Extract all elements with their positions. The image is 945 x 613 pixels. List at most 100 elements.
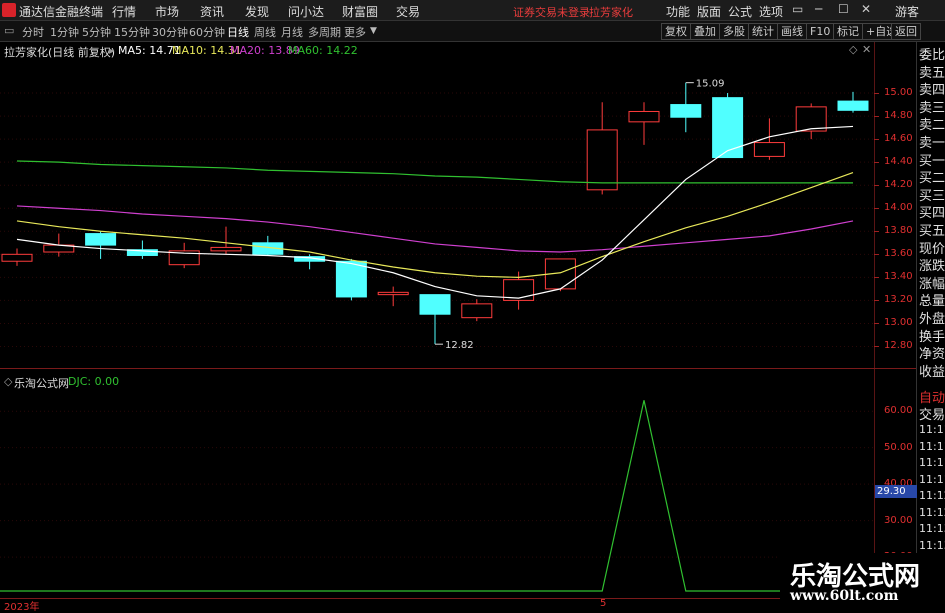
djc-line <box>0 400 874 592</box>
close-icon[interactable]: ✕ <box>861 2 871 16</box>
price-axis-tick-mark <box>874 277 879 279</box>
candle-body-down <box>670 104 702 118</box>
candle-body-up <box>1 253 33 262</box>
price-axis-tick-mark <box>874 139 879 141</box>
candle <box>419 294 451 345</box>
candle <box>628 102 660 145</box>
price-axis-tick: 14.40 <box>884 156 913 168</box>
quote-field-label: 收益 <box>919 364 945 380</box>
menu-options[interactable]: 选项 <box>759 3 783 20</box>
quote-field-label: 卖四 <box>919 83 945 99</box>
low-marker-label: 12.82 <box>445 340 474 351</box>
trade-tab-trade[interactable]: 交易 <box>919 404 945 423</box>
period-weekly[interactable]: 周线 <box>254 24 276 40</box>
quote-field-label: 涨跌 <box>919 259 945 275</box>
indicator-axis-tick: 50.00 <box>884 441 913 453</box>
stats-button[interactable]: 统计 <box>748 23 778 40</box>
window-restore-icon[interactable]: ▭ <box>792 2 803 16</box>
maximize-icon[interactable]: ☐ <box>838 2 849 16</box>
period-5min[interactable]: 5分钟 <box>82 24 111 40</box>
quote-field-label: 卖五 <box>919 65 945 81</box>
menu-wealth[interactable]: 财富圈 <box>342 3 378 20</box>
watermark-url: www.60lt.com <box>790 588 899 604</box>
price-axis-tick: 13.40 <box>884 271 913 283</box>
price-axis-tick-mark <box>874 116 879 118</box>
back-button[interactable]: 返回 <box>891 23 921 40</box>
quote-field-label: 外盘 <box>919 312 945 327</box>
quote-field-label: 卖一 <box>919 136 945 151</box>
indicator-chart-area[interactable] <box>0 372 874 598</box>
candle-body-up <box>210 246 242 252</box>
price-axis-tick: 13.00 <box>884 317 913 329</box>
candle-body-up <box>795 106 827 132</box>
candlestick-chart-area[interactable]: 15.09 12.82 <box>0 42 874 368</box>
price-axis-tick-mark <box>874 346 879 348</box>
menu-function[interactable]: 功能 <box>666 3 690 20</box>
candle <box>670 82 702 133</box>
date-axis-year: 2023年 <box>4 602 40 613</box>
indicator-current-value: 29.30 <box>875 485 917 498</box>
price-axis-tick: 14.00 <box>884 202 913 214</box>
draw-line-button[interactable]: 画线 <box>777 23 807 40</box>
title-bar: 通达信金融终端 行情 市场 资讯 发现 问小达 财富圈 交易 证券交易未登录 拉… <box>0 0 945 21</box>
price-axis-tick-mark <box>874 93 879 95</box>
quote-field-label: 卖三 <box>919 100 945 116</box>
menu-discover[interactable]: 发现 <box>245 3 269 20</box>
menu-ask[interactable]: 问小达 <box>288 3 324 20</box>
multi-stock-button[interactable]: 多股 <box>719 23 749 40</box>
adjust-button[interactable]: 复权 <box>661 23 691 40</box>
price-axis-tick: 14.80 <box>884 110 913 122</box>
candle-body-down <box>712 97 744 159</box>
f10-button[interactable]: F10 <box>806 23 835 40</box>
quote-field-label: 买五 <box>919 224 945 239</box>
quote-field-label: 买二 <box>919 171 945 187</box>
menu-quotes[interactable]: 行情 <box>112 3 136 20</box>
candle-body-up <box>461 303 493 319</box>
period-15min[interactable]: 15分钟 <box>114 24 150 40</box>
price-axis-tick-mark <box>874 208 879 210</box>
date-axis-month: 5 <box>600 598 607 609</box>
quote-field-label: 涨幅 <box>919 276 945 292</box>
indicator-chart[interactable] <box>0 372 874 598</box>
candlestick-chart[interactable]: 15.09 12.82 <box>0 42 874 368</box>
candle-body-up <box>753 142 785 157</box>
period-multi[interactable]: 多周期 <box>308 24 341 40</box>
candle-body-up <box>586 129 618 191</box>
price-axis-tick: 15.00 <box>884 87 913 99</box>
candle <box>1 248 33 266</box>
indicator-axis-tick: 30.00 <box>884 514 913 526</box>
menu-formula[interactable]: 公式 <box>728 3 752 20</box>
price-axis-tick-mark <box>874 162 879 164</box>
candle-body-down <box>837 100 869 111</box>
tick-time: 11:12 <box>919 505 945 519</box>
minimize-icon[interactable]: ─ <box>815 2 822 16</box>
candle <box>335 258 367 301</box>
mark-button[interactable]: 标记 <box>833 23 863 40</box>
trade-login-warning[interactable]: 证券交易未登录 <box>513 4 590 20</box>
price-axis-tick-mark <box>874 185 879 187</box>
period-30min[interactable]: 30分钟 <box>152 24 188 40</box>
overlay-button[interactable]: 叠加 <box>690 23 720 40</box>
menu-market[interactable]: 市场 <box>155 3 179 20</box>
tick-time: 11:11 <box>919 423 945 436</box>
candle <box>712 93 744 159</box>
candle <box>544 258 576 292</box>
toolbar-left-icon[interactable]: ▭ <box>4 24 14 37</box>
price-axis-tick: 13.80 <box>884 225 913 237</box>
candle <box>753 118 785 160</box>
period-daily[interactable]: 日线 <box>227 24 249 40</box>
candle <box>837 91 869 113</box>
period-60min[interactable]: 60分钟 <box>189 24 225 40</box>
price-axis-tick: 12.80 <box>884 340 913 352</box>
chevron-down-icon[interactable]: ▼ <box>370 26 377 36</box>
indicator-axis-tick: 60.00 <box>884 405 913 417</box>
menu-news[interactable]: 资讯 <box>200 3 224 20</box>
guest-label[interactable]: 游客 <box>895 3 919 20</box>
period-intraday[interactable]: 分时 <box>22 24 44 40</box>
period-monthly[interactable]: 月线 <box>281 24 303 40</box>
menu-layout[interactable]: 版面 <box>697 3 721 20</box>
menu-trade[interactable]: 交易 <box>396 3 420 20</box>
period-1min[interactable]: 1分钟 <box>50 24 79 40</box>
period-more[interactable]: 更多 <box>344 24 366 40</box>
price-axis-tick: 14.60 <box>884 133 913 145</box>
